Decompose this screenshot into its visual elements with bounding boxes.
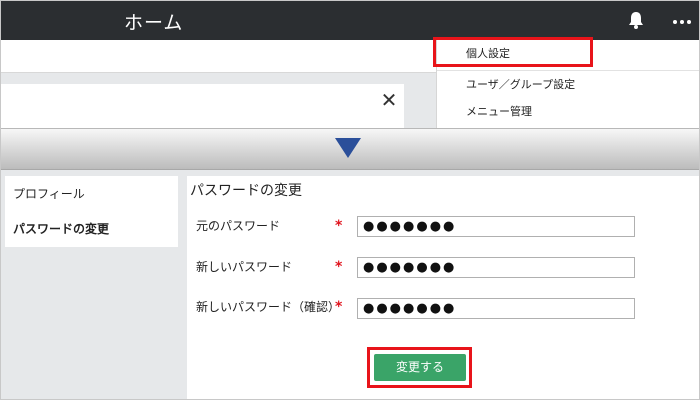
bell-icon[interactable] [626,10,646,30]
sidebar-item-profile[interactable]: プロフィール [13,185,85,202]
dialog-panel [0,84,404,130]
new-password-label: 新しいパスワード [196,260,293,274]
new-password-input[interactable]: ●●●●●●● [357,257,635,278]
confirm-password-input[interactable]: ●●●●●●● [357,298,635,319]
section-title: パスワードの変更 [190,183,302,199]
subheader-strip [0,40,436,73]
required-mark: * [335,218,343,234]
required-mark: * [335,299,343,315]
close-icon[interactable]: ✕ [380,90,398,110]
sidebar-item-change-password[interactable]: パスワードの変更 [13,220,109,237]
required-mark: * [335,259,343,275]
menu-item-user-group-settings[interactable]: ユーザ／グループ設定 [437,70,700,98]
menu-item-menu-management[interactable]: メニュー管理 [437,98,700,126]
confirm-password-label: 新しいパスワード（確認） [196,300,341,314]
old-password-label: 元のパスワード [196,219,281,233]
page-title: ホーム [124,12,184,34]
highlight-box-personal-settings [433,37,593,67]
more-icon[interactable] [670,10,694,30]
highlight-box-change-button [367,347,472,388]
top-bar: ホーム [0,0,700,40]
down-arrow-icon [335,138,361,158]
old-password-input[interactable]: ●●●●●●● [357,216,635,237]
